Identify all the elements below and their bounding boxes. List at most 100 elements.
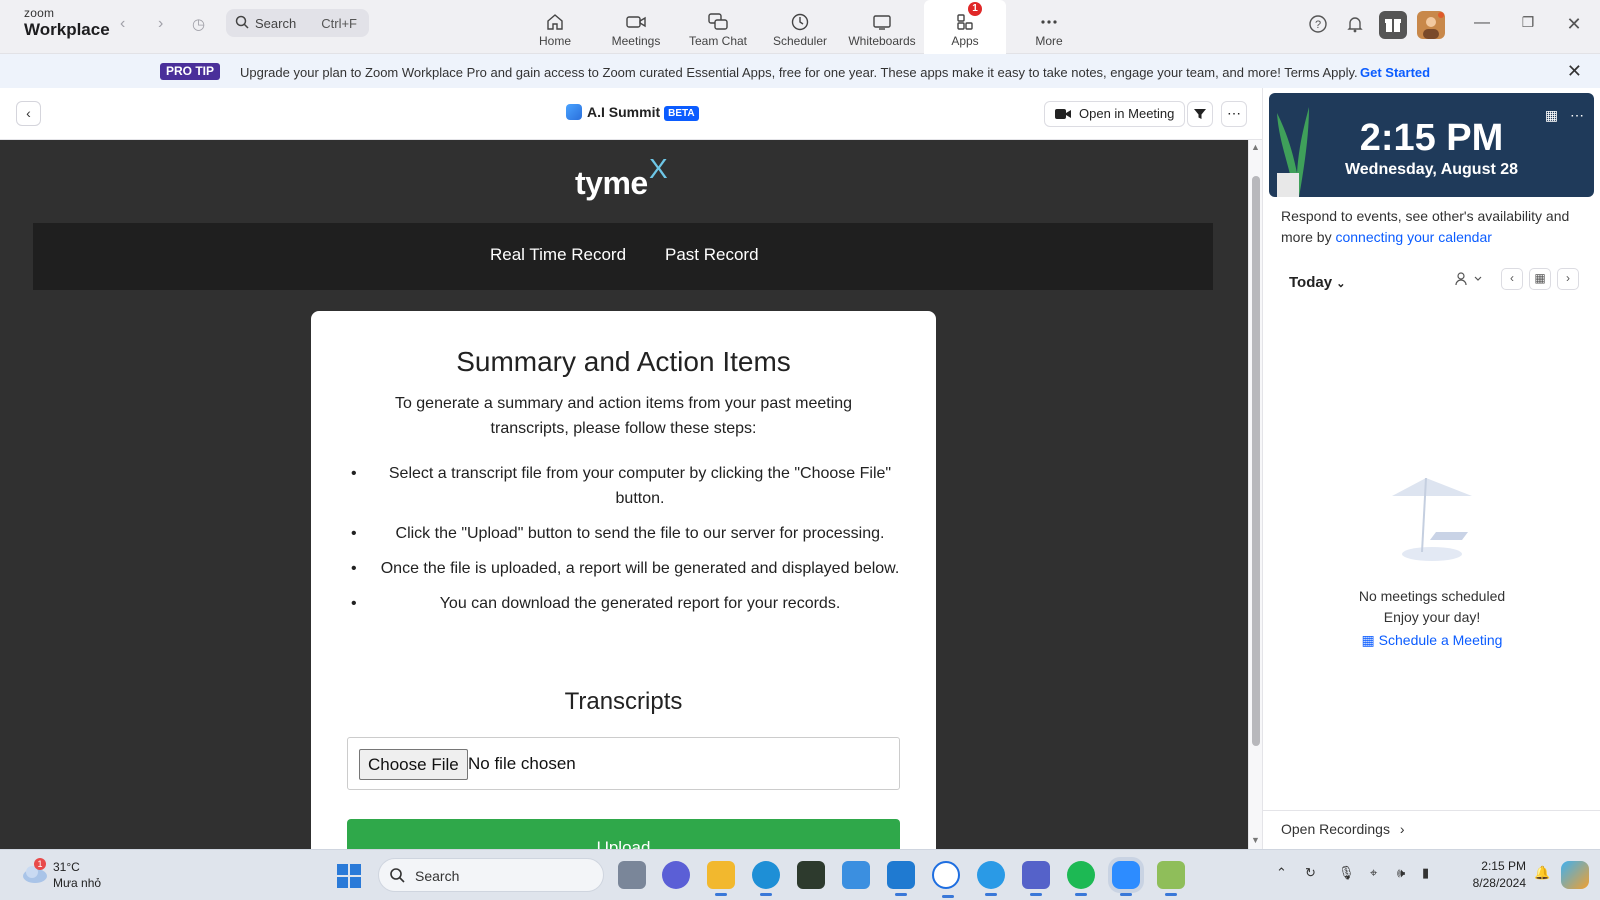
taskbar-search[interactable]: Search (378, 858, 604, 892)
scrollbar-thumb[interactable] (1252, 176, 1260, 746)
ellipsis-icon[interactable]: ⋯ (1570, 107, 1584, 123)
list-item: Select a transcript file from your compu… (351, 461, 911, 511)
calendar-icon[interactable]: ▦ (1545, 107, 1558, 123)
gift-icon[interactable] (1379, 11, 1407, 39)
people-filter-icon[interactable] (1455, 272, 1485, 289)
temperature: 31°C (53, 860, 80, 874)
back-arrow-icon[interactable]: ‹ (120, 15, 125, 33)
tab-apps[interactable]: 1 Apps (924, 0, 1006, 54)
upload-button[interactable]: Upload (347, 819, 900, 849)
history-icon[interactable]: ◷ (192, 15, 205, 33)
get-started-link[interactable]: Get Started (1360, 65, 1430, 80)
close-banner-icon[interactable]: ✕ (1567, 61, 1582, 82)
enjoy-text: Enjoy your day! (1383, 609, 1481, 625)
copilot-icon[interactable] (1561, 861, 1589, 889)
microphone-icon[interactable]: 🎙 (1338, 865, 1355, 881)
today-dropdown[interactable]: Today ⌄ (1289, 274, 1345, 291)
choose-file-button[interactable]: Choose File (359, 749, 468, 780)
top-bar: zoom Workplace ‹ › ◷ Search Ctrl+F Home … (0, 0, 1600, 54)
today-label: Today (1289, 274, 1333, 291)
avatar[interactable] (1417, 11, 1445, 39)
tab-label: Apps (951, 34, 979, 48)
connect-calendar-link[interactable]: connecting your calendar (1335, 229, 1491, 245)
filter-button[interactable] (1187, 101, 1213, 127)
content-scrollbar[interactable]: ▲ ▼ (1248, 140, 1262, 849)
vscode-icon[interactable] (887, 861, 915, 896)
tymex-logo: tyme X (575, 153, 668, 202)
file-explorer-icon[interactable] (707, 861, 735, 896)
card-intro: To generate a summary and action items f… (394, 395, 853, 437)
forward-arrow-icon[interactable]: › (158, 15, 163, 33)
spotify-icon[interactable] (1067, 861, 1095, 896)
no-meetings-text: No meetings scheduled (1358, 588, 1506, 604)
windows-taskbar: 1 31°C Mưa nhỏ Search ⌃ ↻ 🎙 ⌖ 🕪 ▮ 2:15 P… (0, 849, 1600, 900)
tab-past-record[interactable]: Past Record (665, 245, 759, 265)
tab-meetings[interactable]: Meetings (595, 0, 677, 54)
mail-icon[interactable] (842, 861, 870, 889)
tab-whiteboards[interactable]: Whiteboards (841, 0, 923, 54)
file-status: No file chosen (468, 754, 576, 773)
battery-icon[interactable]: ▮ (1422, 865, 1429, 881)
tab-home[interactable]: Home (514, 0, 596, 54)
chevron-up-icon[interactable]: ⌃ (1276, 865, 1287, 881)
docker-icon[interactable] (977, 861, 1005, 896)
scroll-up-icon[interactable]: ▲ (1251, 142, 1260, 152)
svg-text:?: ? (1315, 19, 1321, 31)
logo-text: tyme (575, 165, 648, 201)
back-button[interactable]: ‹ (16, 101, 41, 126)
scroll-down-icon[interactable]: ▼ (1251, 835, 1260, 845)
teams-icon[interactable] (1022, 861, 1050, 896)
help-icon[interactable]: ? (1306, 14, 1330, 38)
bell-icon[interactable] (1343, 14, 1367, 38)
clock-card: 2:15 PM Wednesday, August 28 ▦ ⋯ (1269, 93, 1594, 197)
prev-day-button[interactable]: ‹ (1501, 268, 1523, 290)
calendar-picker-button[interactable]: ▦ (1529, 268, 1551, 290)
more-icon (1041, 20, 1057, 24)
wifi-icon[interactable]: ⌖ (1370, 865, 1377, 881)
tab-label: Scheduler (772, 34, 828, 48)
empty-state: No meetings scheduled Enjoy your day! (1263, 586, 1600, 628)
chat-icon[interactable] (662, 861, 690, 889)
volume-icon[interactable]: 🕪 (1397, 865, 1405, 881)
schedule-meeting-link[interactable]: ▦ Schedule a Meeting (1263, 632, 1600, 649)
whiteboard-icon (873, 15, 891, 30)
open-in-meeting-button[interactable]: Open in Meeting (1044, 101, 1186, 127)
windows-start-icon[interactable] (336, 863, 362, 889)
sync-icon[interactable]: ↻ (1305, 865, 1316, 881)
notepad-icon[interactable] (1157, 861, 1185, 896)
tab-real-time-record[interactable]: Real Time Record (490, 245, 626, 265)
open-recordings-link[interactable]: Open Recordings › (1263, 810, 1600, 849)
tab-scheduler[interactable]: Scheduler (759, 0, 841, 54)
steps-list: Select a transcript file from your compu… (351, 461, 911, 626)
beta-badge: BETA (664, 106, 699, 121)
chevron-right-icon: › (1566, 271, 1570, 285)
task-view-icon[interactable] (618, 861, 646, 889)
tab-label: Home (538, 34, 571, 48)
taskbar-time: 2:15 PM (1481, 859, 1526, 873)
weather-widget[interactable]: 1 31°C Mưa nhỏ (20, 858, 101, 893)
minimize-icon[interactable]: — (1470, 14, 1494, 38)
notification-icon[interactable]: 🔔 (1534, 865, 1550, 881)
restore-icon[interactable]: ❐ (1516, 14, 1540, 38)
more-options-button[interactable]: ⋯ (1221, 101, 1247, 127)
taskbar-clock[interactable]: 2:15 PM 8/28/2024 (1450, 858, 1526, 892)
zalo-icon[interactable] (932, 861, 960, 898)
weather-condition: Mưa nhỏ (53, 876, 102, 890)
game-app-icon[interactable] (797, 861, 825, 889)
video-icon (626, 16, 646, 28)
list-item: Click the "Upload" button to send the fi… (351, 521, 911, 546)
file-input: Choose File No file chosen (347, 737, 900, 790)
next-day-button[interactable]: › (1557, 268, 1579, 290)
schedule-label: Schedule a Meeting (1378, 632, 1503, 648)
card-title: Summary and Action Items (456, 346, 791, 377)
tab-team-chat[interactable]: Team Chat (677, 0, 759, 54)
search-input[interactable]: Search Ctrl+F (226, 9, 369, 37)
beach-umbrella-illustration (1392, 477, 1472, 561)
list-item: You can download the generated report fo… (351, 591, 911, 616)
zoom-icon[interactable] (1112, 861, 1140, 896)
video-camera-icon (1055, 109, 1071, 119)
tab-more[interactable]: More (1008, 0, 1090, 54)
close-icon[interactable]: ✕ (1562, 14, 1586, 38)
rain-cloud-icon: 1 (23, 858, 47, 883)
edge-browser-icon[interactable] (752, 861, 780, 896)
